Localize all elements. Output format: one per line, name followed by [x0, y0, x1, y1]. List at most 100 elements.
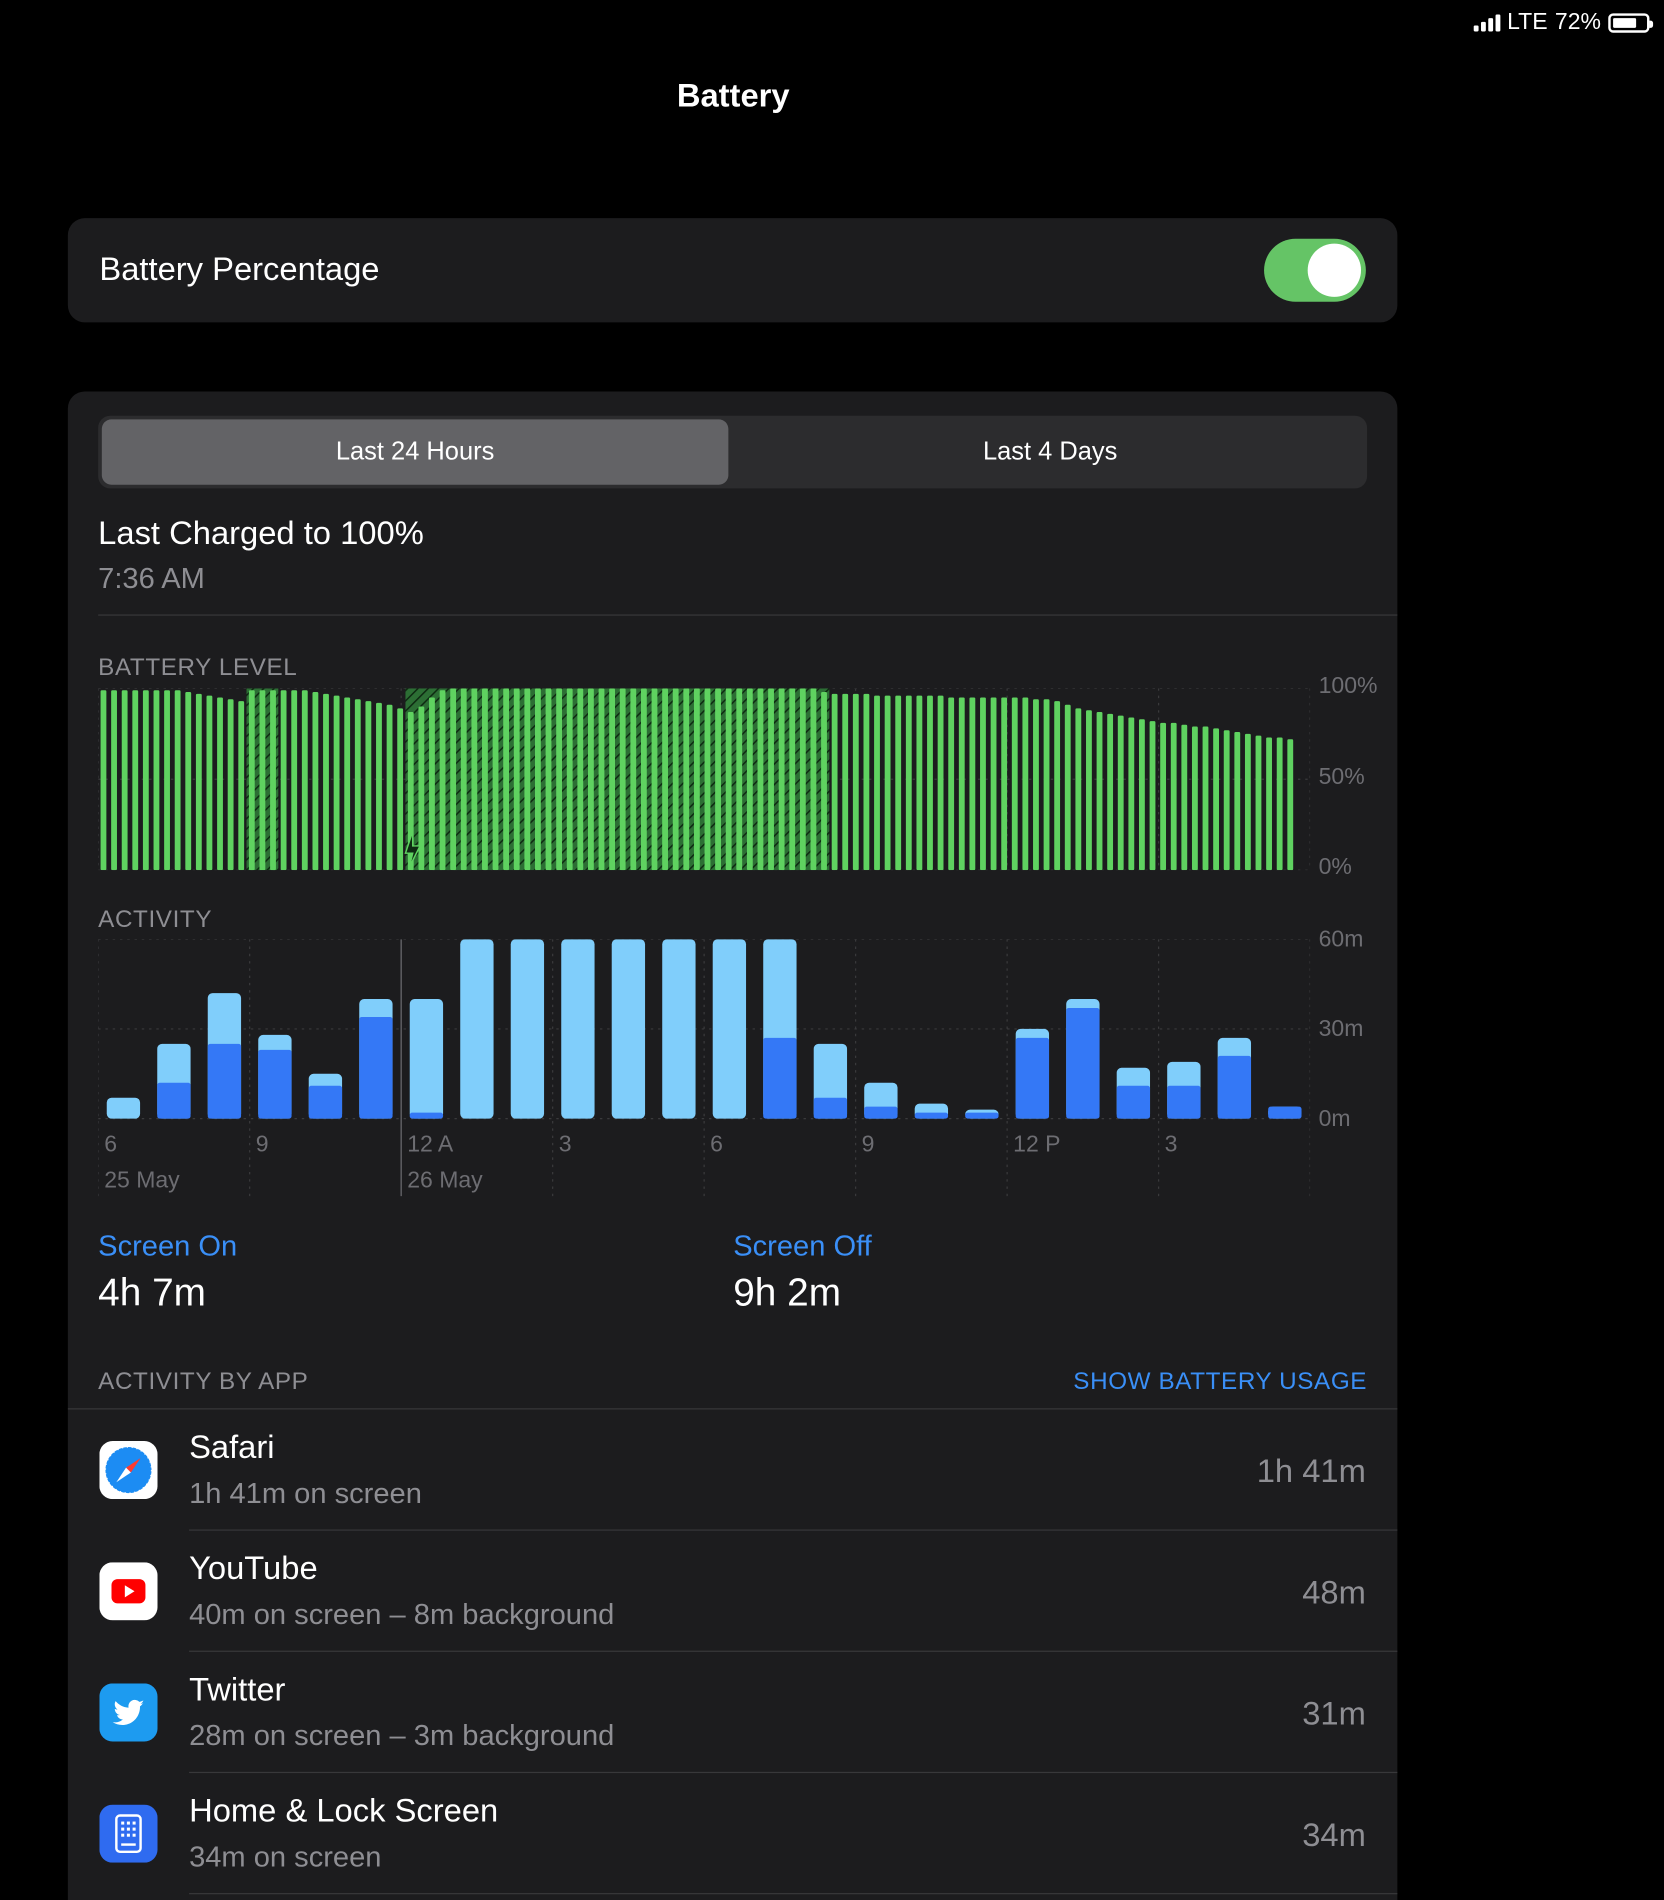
- battery-level-bar: [884, 695, 891, 871]
- activity-xtick-label: 9: [862, 1130, 875, 1156]
- battery-level-bar: [270, 690, 276, 871]
- battery-level-bar: [142, 690, 149, 871]
- segment-last-4-days[interactable]: Last 4 Days: [737, 419, 1364, 484]
- screen-on-value: 4h 7m: [98, 1270, 206, 1314]
- battery-level-bar: [535, 688, 541, 871]
- battery-level-bar: [757, 688, 764, 871]
- activity-bar-screen-on: [1167, 1085, 1201, 1119]
- battery-icon: [1608, 13, 1654, 33]
- battery-level-bar: [354, 699, 361, 871]
- battery-level-bar: [778, 688, 785, 871]
- battery-level-bar: [715, 688, 721, 871]
- app-total-time: 31m: [1302, 1695, 1366, 1732]
- battery-level-bar: [460, 688, 467, 871]
- battery-ytick-100: 100%: [1318, 673, 1378, 700]
- activity-date-label: 26 May: [407, 1167, 483, 1193]
- battery-level-bar: [111, 690, 117, 871]
- battery-level-bar: [831, 693, 838, 871]
- battery-level-bar: [397, 708, 404, 871]
- activity-chart: 6 9 12 A 3 6 9 12 P 3 25 May 26 May: [98, 939, 1311, 1197]
- activity-bar-screen-off: [561, 939, 595, 1119]
- battery-level-bar: [810, 688, 817, 871]
- battery-level-bar: [863, 693, 870, 871]
- battery-level-bar: [312, 692, 319, 871]
- battery-level-bar: [725, 688, 732, 871]
- activity-xtick-label: 6: [710, 1130, 723, 1156]
- battery-level-bar: [1202, 726, 1209, 871]
- app-detail: 34m on screen: [189, 1840, 382, 1874]
- battery-level-bar: [969, 697, 976, 871]
- app-total-time: 34m: [1302, 1816, 1366, 1854]
- battery-level-bar: [693, 688, 700, 871]
- battery-level-bar: [1234, 732, 1241, 871]
- battery-level-bar: [905, 695, 912, 871]
- activity-ytick-0m: 0m: [1318, 1106, 1351, 1132]
- app-row-youtube[interactable]: YouTube 40m on screen – 8m background 48…: [68, 1531, 1398, 1652]
- activity-ytick-30m: 30m: [1318, 1016, 1364, 1043]
- battery-level-bar: [164, 690, 170, 871]
- activity-bar-screen-on: [914, 1112, 949, 1119]
- battery-level-bar: [1033, 699, 1039, 871]
- battery-level-bar: [1191, 726, 1198, 871]
- activity-bar-screen-on: [1015, 1037, 1050, 1119]
- battery-level-bar: [609, 688, 616, 871]
- battery-level-bar: [100, 690, 107, 871]
- screen-off-value: 9h 2m: [733, 1270, 842, 1314]
- segment-last-24-hours[interactable]: Last 24 Hours: [101, 419, 729, 485]
- activity-xtick-label: 3: [559, 1130, 572, 1156]
- battery-level-bar: [1001, 697, 1008, 871]
- battery-level-bar: [1107, 713, 1114, 871]
- battery-level-bar: [821, 692, 827, 871]
- battery-percent-text: 72%: [1554, 9, 1601, 36]
- battery-usage-card: Last 24 Hours Last 4 Days Last Charged t…: [67, 391, 1398, 1900]
- activity-bar-screen-on: [1066, 1008, 1100, 1119]
- battery-level-bar: [842, 693, 849, 871]
- activity-bar-screen-on: [409, 1112, 444, 1119]
- battery-level-bar: [291, 690, 298, 871]
- activity-bar-screen-on: [965, 1112, 999, 1119]
- divider: [98, 614, 1398, 616]
- status-bar: LTE 72%: [1473, 9, 1654, 37]
- battery-settings-view: LTE 72% Battery Battery Percentage Last …: [0, 0, 1664, 1900]
- battery-level-bar: [958, 697, 965, 871]
- activity-bar-screen-on: [1268, 1106, 1302, 1119]
- activity-bar-screen-on: [763, 1037, 797, 1119]
- battery-level-bar: [746, 688, 753, 871]
- activity-xtick-label: 3: [1165, 1130, 1178, 1156]
- battery-level-bar: [1128, 717, 1135, 871]
- battery-level-bar: [513, 688, 520, 871]
- battery-level-bar: [1213, 728, 1220, 871]
- safari-icon: [99, 1440, 158, 1500]
- battery-level-bar: [1255, 735, 1262, 871]
- app-row-safari[interactable]: Safari 1h 41m on screen 1h 41m: [68, 1409, 1398, 1531]
- battery-ytick-0: 0%: [1318, 854, 1352, 880]
- activity-by-app-heading: ACTIVITY BY APP: [98, 1368, 309, 1395]
- battery-level-heading: BATTERY LEVEL: [98, 654, 298, 682]
- battery-level-bar: [1011, 697, 1018, 871]
- activity-heading: ACTIVITY: [98, 906, 213, 934]
- show-battery-usage-button[interactable]: SHOW BATTERY USAGE: [1073, 1368, 1367, 1396]
- last-charged-time: 7:36 AM: [98, 562, 205, 596]
- battery-level-bar: [333, 695, 340, 871]
- battery-level-bar: [429, 697, 435, 871]
- activity-bar-screen-on: [813, 1097, 848, 1119]
- activity-bar-screen-on: [864, 1106, 898, 1119]
- battery-level-bar: [206, 695, 213, 871]
- app-total-time: 48m: [1302, 1574, 1366, 1611]
- app-row-twitter[interactable]: Twitter 28m on screen – 3m background 31…: [68, 1652, 1398, 1774]
- battery-percentage-switch[interactable]: [1264, 238, 1366, 302]
- app-name: Home & Lock Screen: [189, 1792, 499, 1829]
- battery-level-bar: [630, 688, 637, 871]
- app-total-time: 1h 41m: [1256, 1453, 1366, 1490]
- activity-bar-screen-on: [1217, 1055, 1252, 1119]
- battery-level-bar: [1266, 737, 1272, 871]
- battery-level-bar: [1117, 715, 1124, 871]
- battery-level-bar: [482, 688, 488, 871]
- app-row-home-lock-screen[interactable]: Home & Lock Screen 34m on screen 34m: [68, 1773, 1398, 1895]
- last-charged-label: Last Charged to 100%: [98, 515, 424, 552]
- screen-on-label: Screen On: [98, 1230, 238, 1263]
- battery-level-bar: [662, 688, 668, 871]
- battery-level-bar: [980, 697, 986, 871]
- battery-level-bar: [852, 693, 859, 871]
- battery-level-bar: [439, 690, 446, 871]
